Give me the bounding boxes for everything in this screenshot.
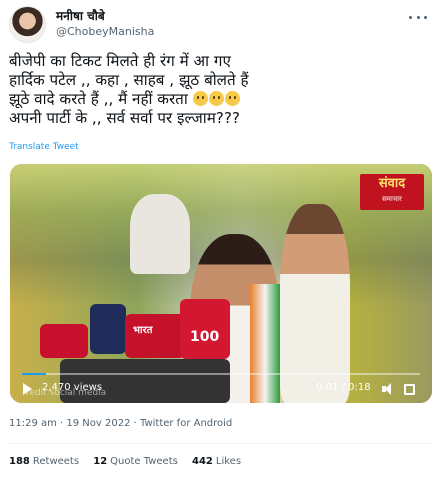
- stat-label: Retweets: [32, 456, 80, 467]
- stat-quote-tweets[interactable]: 12 Quote Tweets: [93, 456, 178, 467]
- display-name[interactable]: मनीषा चौबे: [56, 8, 154, 24]
- stat-retweets[interactable]: 188 Retweets: [9, 456, 79, 467]
- video-player[interactable]: भारत 100 संवाद समाचार redit social media…: [10, 164, 432, 403]
- stat-count: 188: [9, 456, 30, 467]
- microphone: [90, 304, 126, 354]
- stat-likes[interactable]: 442 Likes: [192, 456, 241, 467]
- tweet-timestamp[interactable]: 11:29 am · 19 Nov 2022 · Twitter for And…: [9, 418, 232, 429]
- stat-count: 442: [192, 456, 213, 467]
- tweet-header: मनीषा चौबे @ChobeyManisha: [9, 6, 429, 44]
- stat-label: Quote Tweets: [110, 456, 178, 467]
- divider: [9, 443, 434, 444]
- tweet-text-line: अपनी पार्टी के ,, सर्व सर्वा पर इल्जाम??…: [9, 109, 240, 127]
- video-controls: 2,470 views 0:01 / 0:18: [10, 367, 432, 403]
- tweet-text: बीजेपी का टिकट मिलते ही रंग में आ गए हार…: [9, 52, 429, 128]
- user-handle[interactable]: @ChobeyManisha: [56, 24, 154, 39]
- video-person: [130, 194, 190, 274]
- stat-count: 12: [93, 456, 108, 467]
- tweet-card: मनीषा चौबे @ChobeyManisha बीजेपी का टिकट…: [0, 0, 443, 483]
- channel-logo: संवाद समाचार: [360, 174, 424, 210]
- progress-fill: [22, 373, 46, 375]
- tweet-text-line: बीजेपी का टिकट मिलते ही रंग में आ गए: [9, 52, 231, 70]
- stat-label: Likes: [215, 456, 242, 467]
- microphone: [125, 314, 185, 358]
- tweet-text-line: हार्दिक पटेल ,, कहा , साहब , झूठ बोलते ह…: [9, 71, 249, 89]
- tweet-text-line-with-emojis: झूठे वादे करते हैं ,, मैं नहीं करता: [9, 90, 429, 109]
- mic-label: भारत: [133, 325, 153, 336]
- video-time: 0:01 / 0:18: [316, 382, 371, 393]
- author-names: मनीषा चौबे @ChobeyManisha: [56, 8, 154, 39]
- mic-label: 100: [190, 329, 220, 345]
- play-icon[interactable]: [23, 383, 32, 395]
- translate-tweet-link[interactable]: Translate Tweet: [9, 142, 79, 152]
- channel-logo-main: संवाद: [378, 176, 406, 191]
- grinning-face-icon: [208, 91, 224, 106]
- avatar[interactable]: [9, 6, 46, 43]
- microphone: [40, 324, 88, 358]
- tweet-text-line: झूठे वादे करते हैं ,, मैं नहीं करता: [9, 90, 188, 108]
- progress-bar[interactable]: [22, 373, 420, 375]
- volume-icon[interactable]: [382, 383, 394, 395]
- tweet-stats: 188 Retweets 12 Quote Tweets 442 Likes: [9, 456, 252, 467]
- more-options-icon[interactable]: [409, 12, 427, 22]
- view-count: 2,470 views: [42, 382, 103, 393]
- fullscreen-icon[interactable]: [404, 384, 415, 395]
- grinning-squinting-face-icon: [192, 91, 208, 106]
- worried-face-icon: [224, 91, 240, 106]
- channel-logo-sub: समाचार: [382, 195, 402, 203]
